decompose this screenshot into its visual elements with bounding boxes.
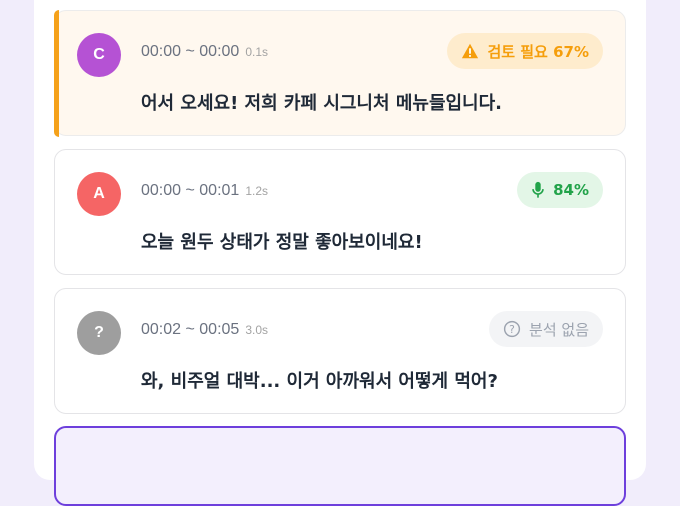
segment-duration: 3.0s	[245, 323, 268, 337]
segment-text: 와, 비주얼 대박... 이거 아까워서 어떻게 먹어?	[141, 371, 498, 392]
review-needed-badge[interactable]: 검토 필요 67%	[447, 33, 603, 69]
badge-label: 분석 없음	[529, 320, 589, 339]
svg-text:?: ?	[509, 323, 515, 336]
confidence-badge[interactable]: 84%	[517, 172, 603, 208]
badge-label: 84%	[553, 181, 589, 199]
transcript-segment[interactable]: ? 00:02 ~ 00:05 3.0s ? 분석 없음 와, 비주얼 대박...…	[54, 288, 626, 414]
transcript-segment[interactable]: A 00:00 ~ 00:01 1.2s 84% 오늘 원두 상태가 정말 좋아보…	[54, 149, 626, 275]
segment-duration: 1.2s	[245, 184, 268, 198]
segment-text: 오늘 원두 상태가 정말 좋아보이네요!	[141, 232, 423, 253]
warning-icon	[461, 42, 479, 60]
segment-time: 00:02 ~ 00:05 3.0s	[141, 321, 268, 339]
speaker-avatar: A	[77, 172, 121, 216]
transcript-segment-active[interactable]	[54, 426, 626, 506]
transcript-segment[interactable]: C 00:00 ~ 00:00 0.1s 검토 필요 67% 어서 오세요! 저희…	[53, 9, 626, 137]
segment-time: 00:00 ~ 00:01 1.2s	[141, 182, 268, 200]
question-circle-icon: ?	[503, 320, 521, 338]
time-range: 00:00 ~ 00:00	[141, 43, 240, 60]
segment-time: 00:00 ~ 00:00 0.1s	[141, 43, 268, 61]
time-range: 00:02 ~ 00:05	[141, 321, 240, 338]
no-analysis-badge[interactable]: ? 분석 없음	[489, 311, 603, 347]
speaker-avatar: ?	[77, 311, 121, 355]
segment-text: 어서 오세요! 저희 카페 시그니처 메뉴들입니다.	[141, 93, 503, 114]
segment-duration: 0.1s	[245, 45, 268, 59]
badge-label: 검토 필요 67%	[487, 42, 589, 61]
microphone-icon	[531, 181, 545, 199]
speaker-avatar: C	[77, 33, 121, 77]
time-range: 00:00 ~ 00:01	[141, 182, 240, 199]
